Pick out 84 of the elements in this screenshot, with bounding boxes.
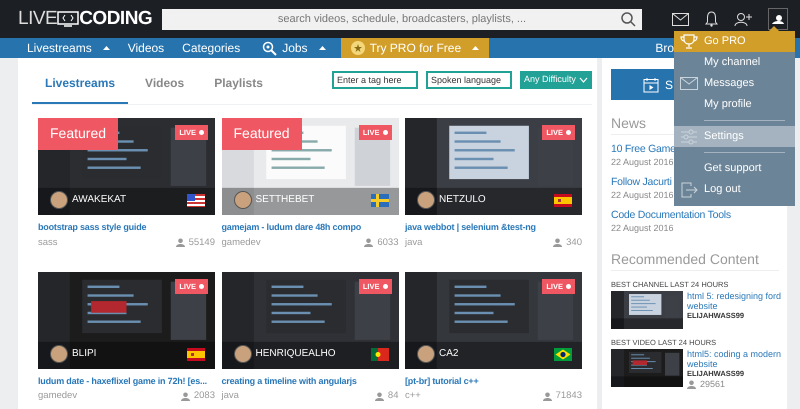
magnifier-gear-icon (262, 40, 278, 56)
logo[interactable]: LIVE CODING (0, 4, 162, 34)
viewer-count: 71843 (556, 389, 582, 404)
flag-icon (370, 194, 388, 207)
tab[interactable]: Livestreams (32, 74, 128, 104)
difficulty-dropdown[interactable]: Any Difficulty (520, 71, 592, 89)
caret-icon (102, 45, 110, 51)
news-link[interactable]: Code Documentation Tools (611, 208, 731, 222)
caret-icon (472, 45, 480, 51)
recommended-title[interactable]: html5: coding a modern website (687, 348, 787, 370)
viewers-icon (180, 392, 190, 401)
category: sass (38, 236, 58, 250)
flag-icon (554, 348, 572, 361)
category: java (405, 236, 422, 250)
recommended-title[interactable]: html 5: redesigning ford website (687, 290, 787, 312)
chevron-icon (579, 77, 588, 83)
nav-link[interactable]: Livestreams (18, 38, 119, 58)
featured-badge: Featured (222, 118, 302, 150)
stream-title[interactable]: ludum date - haxeflixel game in 72h! [es... (38, 374, 207, 388)
stream-title[interactable]: bootstrap sass style guide (38, 221, 146, 234)
calendar-icon (643, 76, 659, 92)
nav-link[interactable]: Categories (173, 38, 250, 58)
language-field[interactable]: Spoken language (426, 71, 512, 89)
viewer-count: 55149 (188, 236, 215, 250)
promo-button[interactable]: Try PRO for Free (340, 38, 490, 58)
channel-name[interactable]: NETZULO (439, 192, 486, 207)
category: c++ (405, 389, 421, 404)
star-icon (350, 41, 365, 55)
user-menu-button[interactable] (768, 8, 788, 30)
search-icon[interactable] (621, 12, 636, 26)
featured-badge: Featured (38, 118, 118, 150)
tab[interactable]: Playlists (201, 74, 276, 104)
channel-name[interactable]: CA2 (439, 346, 458, 361)
flag-icon (187, 348, 205, 361)
viewers-icon (553, 238, 562, 248)
nav-link[interactable]: Bro (653, 38, 674, 58)
menu-item[interactable]: Messages (674, 73, 795, 94)
viewers-icon (374, 392, 384, 401)
channel-name[interactable]: SETTHEBET (256, 192, 314, 207)
viewers-icon (542, 392, 552, 401)
viewer-count: 2083 (194, 389, 215, 404)
section-heading: Recommended Content (611, 250, 779, 271)
category: gamedev (38, 389, 78, 404)
flag-icon (187, 194, 205, 207)
menu-item[interactable]: Get support (674, 158, 795, 179)
tag-field[interactable]: Enter a tag here (332, 71, 418, 89)
settings-icon (680, 129, 698, 145)
viewers-icon (176, 238, 185, 248)
bell-icon[interactable] (705, 11, 718, 27)
nav-link[interactable]: Videos (118, 38, 174, 58)
nav-link[interactable]: Jobs (253, 38, 335, 58)
flag-icon (554, 194, 572, 207)
search-field[interactable]: search videos, schedule, broadcasters, playlists, ... (162, 8, 642, 30)
menu-item[interactable]: My profile (674, 94, 795, 115)
news-date: 22 August 2016 (611, 222, 674, 234)
mail-icon (680, 76, 698, 92)
channel-name[interactable]: AWAKEKAT (72, 192, 126, 207)
stream-title[interactable]: gamejam - ludum dare 48h compo (222, 221, 362, 234)
monitor-icon (57, 11, 80, 27)
category: java (222, 389, 239, 404)
viewers-icon (364, 238, 374, 248)
viewers-icon (687, 380, 696, 389)
trophy-icon (680, 34, 698, 50)
viewer-count: 6033 (377, 236, 398, 250)
viewer-count: 29561 (700, 378, 726, 390)
stream-title[interactable]: [pt-br] tutorial c++ (405, 374, 479, 388)
tab[interactable]: Videos (132, 74, 198, 104)
menu-item[interactable]: Log out (674, 179, 795, 200)
news-link[interactable]: Follow Jacurti (611, 176, 672, 189)
stream-title[interactable]: creating a timeline with angularjs (222, 374, 357, 388)
news-date: 22 August 2016 (611, 156, 674, 168)
menu-item[interactable]: Go PRO (674, 31, 795, 52)
category: gamedev (222, 236, 261, 250)
caret-icon (318, 45, 326, 51)
user-icon (771, 12, 785, 25)
news-date: 22 August 2016 (611, 188, 674, 201)
channel-name[interactable]: BLIPI (72, 346, 96, 361)
add-user-icon[interactable] (734, 12, 752, 26)
mail-icon[interactable] (672, 12, 689, 26)
log-out-icon (680, 182, 698, 198)
viewer-count: 84 (388, 389, 398, 404)
viewer-count: 340 (566, 236, 582, 250)
menu-item[interactable]: My channel (674, 52, 795, 73)
stream-title[interactable]: java webbot | selenium &test-ng (405, 221, 536, 234)
